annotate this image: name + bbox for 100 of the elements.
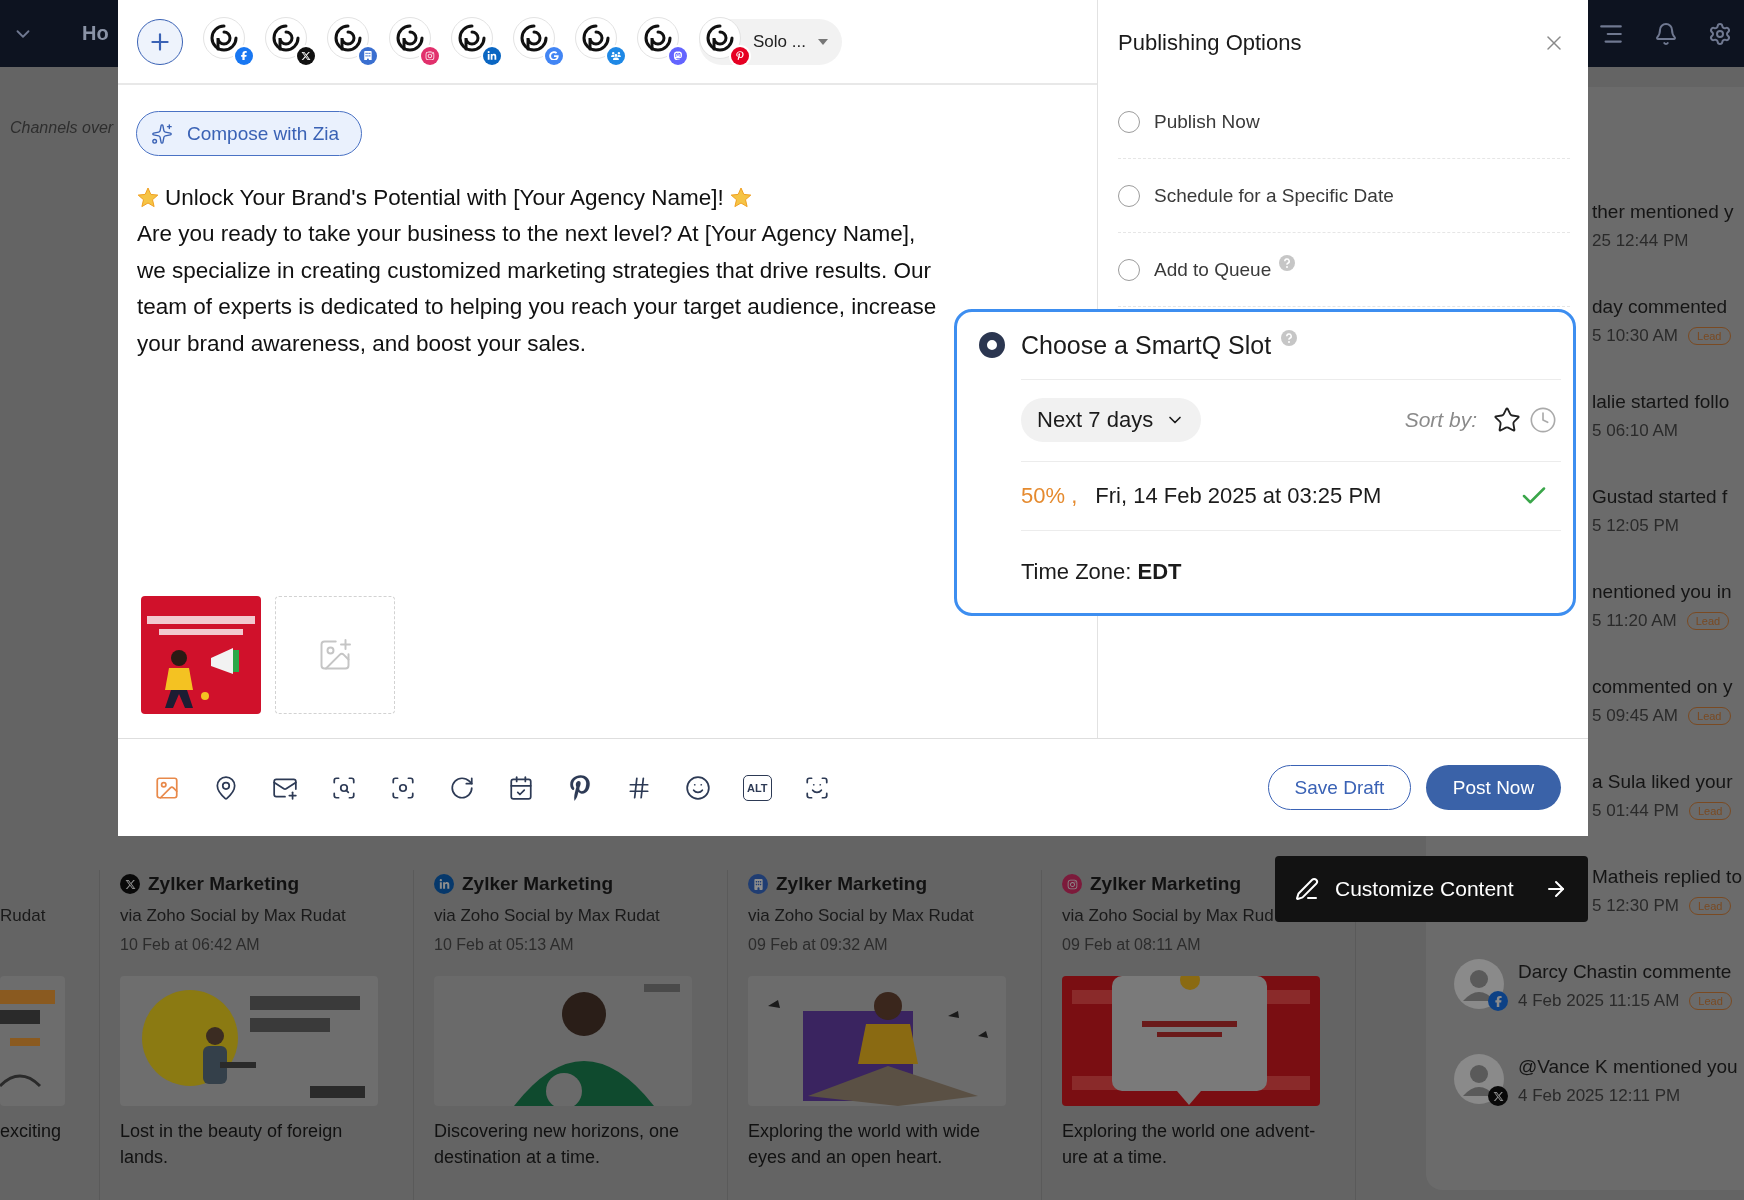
activity-text[interactable]: commented on y	[1592, 674, 1733, 700]
linkedin-icon	[483, 46, 501, 65]
activity-time: 5 12:05 PM	[1592, 516, 1679, 536]
activity-text[interactable]: Darcy Chastin commente	[1518, 959, 1732, 985]
option-label[interactable]: Publish Now	[1154, 110, 1260, 133]
post-via: via Zoho Social by Max Rudat	[434, 906, 661, 926]
post-caption: Exploring the world with wide eyes and an open heart.	[748, 1120, 982, 1169]
channel-avatar[interactable]	[265, 16, 317, 67]
glowing-star-icon	[137, 187, 159, 209]
instagram-icon	[421, 46, 439, 65]
spiral-logo-icon	[209, 22, 239, 53]
post-caption: exciting	[0, 1120, 63, 1143]
activity-time: 5 11:20 AM	[1592, 611, 1677, 631]
range-dropdown[interactable]: Next 7 days	[1021, 398, 1202, 443]
option-label[interactable]: Schedule for a Specific Date	[1154, 184, 1394, 207]
mastodon-icon	[669, 46, 687, 65]
activity-time: 5 06:10 AM	[1592, 421, 1678, 441]
spiral-logo-icon	[333, 22, 363, 53]
x-icon	[1488, 1086, 1508, 1106]
spiral-logo-icon	[581, 22, 611, 53]
post-via: via Zoho Social by Max Rudat	[748, 906, 975, 926]
help-icon	[1281, 330, 1298, 347]
profile-dropdown[interactable]: Solo ...	[699, 18, 842, 65]
radio-button[interactable]	[979, 332, 1005, 359]
channel-avatar[interactable]	[389, 16, 441, 67]
channel-avatar[interactable]	[637, 16, 689, 67]
calendar-icon[interactable]	[507, 773, 535, 802]
slot-time[interactable]: Fri, 14 Feb 2025 at 03:25 PM	[1095, 482, 1382, 509]
channel-avatar[interactable]	[327, 16, 379, 67]
post-date: 09 Feb at 08:11 AM	[1062, 936, 1202, 954]
post-via: via Zoho Social by Max Rudat	[120, 906, 347, 926]
pen-icon	[1295, 877, 1319, 901]
activity-text[interactable]: nentioned you in	[1592, 579, 1732, 605]
nav-tab[interactable]: Ho	[82, 22, 109, 45]
activity-text[interactable]: Gustad started f	[1592, 484, 1728, 510]
spiral-logo-icon	[271, 22, 301, 53]
compose-with-zia-button[interactable]: Compose with Zia	[136, 111, 363, 156]
spiral-logo-icon	[519, 22, 549, 53]
activity-time: 5 09:45 AM	[1592, 706, 1678, 726]
x-icon	[297, 46, 315, 65]
activity-text[interactable]: Matheis replied to	[1592, 864, 1742, 890]
activity-text[interactable]: a Sula liked your	[1592, 769, 1733, 795]
post-date: 10 Feb at 05:13 AM	[434, 936, 575, 954]
post-headline: Unlock Your Brand's Potential with [Your Agency Name]!	[165, 183, 724, 212]
activity-time: 25 12:44 PM	[1592, 231, 1689, 251]
channel-avatar[interactable]	[513, 16, 565, 67]
notification-icon[interactable]	[1654, 21, 1678, 46]
activity-time: 5 10:30 AM	[1592, 326, 1678, 346]
slot-score: 50% ,	[1021, 482, 1078, 509]
group-icon	[607, 46, 625, 65]
activity-text[interactable]: day commented	[1592, 294, 1731, 320]
pinterest-icon	[731, 46, 749, 65]
spiral-logo-icon	[705, 22, 735, 53]
google-icon	[545, 46, 563, 65]
activity-text[interactable]: ther mentioned y	[1592, 199, 1734, 225]
option-label[interactable]: Add to Queue	[1154, 258, 1272, 281]
spiral-logo-icon	[457, 22, 487, 53]
post-date: 09 Feb at 09:32 AM	[748, 936, 889, 954]
caret-icon	[817, 38, 828, 45]
help-icon	[1279, 254, 1296, 271]
activity-time: 4 Feb 2025 12:11 PM	[1518, 1086, 1681, 1106]
spiral-logo-icon	[395, 22, 425, 53]
channel-avatar[interactable]	[203, 16, 255, 67]
account-name: Zylker Marketing	[462, 873, 613, 895]
facebook-icon	[1488, 991, 1508, 1011]
sort-label: Sort by:	[1404, 408, 1477, 433]
activity-time: 5 01:44 PM	[1592, 801, 1679, 821]
radio-button[interactable]	[1118, 258, 1140, 281]
settings-icon[interactable]	[1708, 21, 1732, 46]
account-name: Zylker Marketing	[148, 873, 299, 895]
post-body: Are you ready to take your business to the next level? At [Your Agency Name], we specialize in creating customized marketing strategies that drive results. Our team of experts is dedicated to helping you reach your target audience, increase your brand awareness, and boost your sales.	[137, 220, 938, 358]
pages-icon	[359, 46, 377, 65]
save-draft-button[interactable]: Save Draft	[1268, 765, 1411, 810]
post-caption: Exploring the world one advent-ure at a time.	[1062, 1120, 1317, 1169]
sparkles-icon	[151, 122, 173, 145]
panel-title: Publishing Options	[1118, 29, 1302, 56]
option-label[interactable]: Choose a SmartQ Slot	[1021, 330, 1272, 360]
activity-text[interactable]: lalie started follo	[1592, 389, 1730, 415]
post-now-button[interactable]: Post Now	[1426, 765, 1561, 810]
channel-avatar[interactable]	[575, 16, 627, 67]
post-via: via Zoho Social by Max Rud	[1062, 906, 1275, 926]
spiral-logo-icon	[643, 22, 673, 53]
account-name: Zylker Marketing	[776, 873, 927, 895]
post-via: Rudat	[0, 906, 47, 926]
radio-button[interactable]	[1118, 184, 1140, 207]
x-icon	[120, 874, 140, 894]
channel-avatar[interactable]	[451, 16, 503, 67]
instagram-icon	[1062, 874, 1082, 894]
time-zone-text: Time Zone: EDT	[1021, 558, 1182, 585]
activity-text[interactable]: @Vance K mentioned you	[1518, 1054, 1738, 1080]
tooltip-text: Customize Content	[1335, 877, 1514, 901]
facebook-icon	[235, 46, 253, 65]
alt-text-button[interactable]: ALT	[743, 774, 772, 801]
add-channel-button[interactable]	[137, 18, 183, 65]
radio-button[interactable]	[1118, 110, 1140, 133]
smiley-icon[interactable]	[684, 773, 712, 802]
post-date: 10 Feb at 06:42 AM	[120, 936, 261, 954]
linkedin-icon	[434, 874, 454, 894]
post-caption: Discovering new horizons, one destination at a time.	[434, 1120, 681, 1169]
customize-content-tooltip[interactable]: Customize Content	[1275, 856, 1588, 922]
